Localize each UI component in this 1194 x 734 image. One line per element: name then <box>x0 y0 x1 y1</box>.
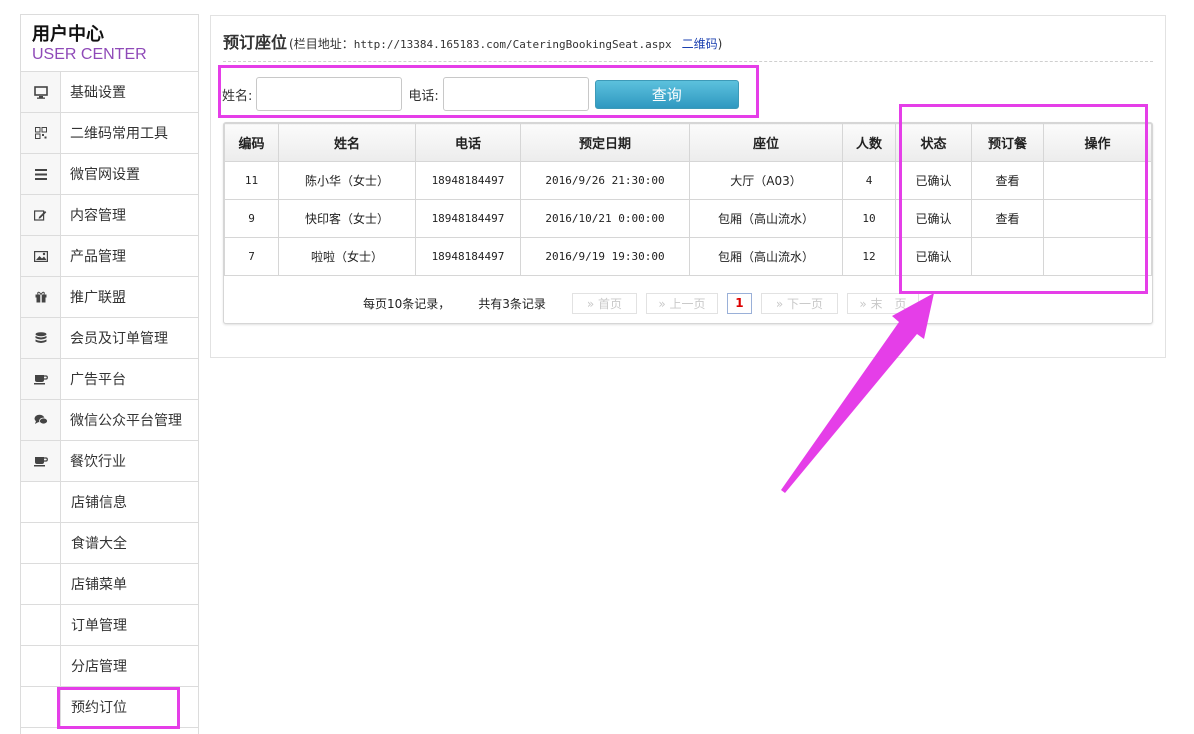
sidebar-item-members-orders[interactable]: 会员及订单管理 <box>21 318 198 359</box>
cell-seat: 包厢（高山流水） <box>689 199 843 238</box>
column-header-phone[interactable]: 电话 <box>415 123 521 162</box>
page-title: 预订座位 <box>223 33 288 52</box>
cell-phone: 18948184497 <box>415 161 521 200</box>
sidebar-item-label: 产品管理 <box>70 249 126 265</box>
phone-input[interactable] <box>442 77 589 111</box>
per-page-text: 每页10条记录， <box>363 296 451 311</box>
sidebar-subitem-label: 订单管理 <box>71 618 127 634</box>
coffee-icon <box>33 457 48 467</box>
sidebar-item-label: 微信公众平台管理 <box>70 413 182 429</box>
next-page-button[interactable]: » 下一页 <box>760 292 838 314</box>
cell-name: 快印客（女士） <box>278 199 416 238</box>
sidebar-subitem-orders[interactable]: 订单管理 <box>21 605 198 646</box>
chat-icon <box>34 414 48 425</box>
cell-name: 陈小华（女士） <box>278 161 416 200</box>
cell-people: 12 <box>842 237 896 276</box>
phone-label: 电话: <box>408 88 439 104</box>
sidebar-item-products[interactable]: 产品管理 <box>21 236 198 277</box>
url-prefix: (栏目地址： <box>289 37 354 51</box>
monitor-icon <box>33 85 48 99</box>
sidebar-item-label: 广告平台 <box>70 372 126 388</box>
current-page[interactable]: 1 <box>726 292 752 314</box>
search-bar: 姓名: 电话: 查询 <box>222 77 739 111</box>
sidebar-item-label: 推广联盟 <box>70 290 126 306</box>
sidebar-item-catering[interactable]: 餐饮行业 <box>21 441 198 482</box>
sidebar-item-label: 餐饮行业 <box>70 454 126 470</box>
sidebar-subitem-label: 食谱大全 <box>71 536 127 552</box>
cell-id: 7 <box>224 237 279 276</box>
brand-subtitle: USER CENTER <box>32 46 147 63</box>
column-header-name[interactable]: 姓名 <box>278 123 416 162</box>
brand: 用户中心 USER CENTER <box>21 15 198 72</box>
prev-page-button[interactable]: » 上一页 <box>645 292 718 314</box>
sidebar-item-micro-site[interactable]: 微官网设置 <box>21 154 198 195</box>
column-header-id[interactable]: 编码 <box>224 123 279 162</box>
cell-seat: 包厢（高山流水） <box>689 237 843 276</box>
qrcode-link[interactable]: 二维码 <box>682 37 718 51</box>
sidebar-item-qrcode-tools[interactable]: 二维码常用工具 <box>21 113 198 154</box>
highlight-box-reservations <box>57 687 180 729</box>
name-input[interactable] <box>256 77 403 111</box>
sidebar-item-label: 基础设置 <box>70 85 126 101</box>
cell-phone: 18948184497 <box>415 199 521 238</box>
sidebar-item-label: 二维码常用工具 <box>70 126 168 142</box>
sidebar-item-label: 微官网设置 <box>70 167 140 183</box>
sidebar-item-basic-settings[interactable]: 基础设置 <box>21 72 198 113</box>
sidebar-item-ad-platform[interactable]: 广告平台 <box>21 359 198 400</box>
highlight-box-status-columns <box>899 104 1148 294</box>
column-header-people[interactable]: 人数 <box>842 123 896 162</box>
sidebar: 用户中心 USER CENTER 基础设置 二维码常用工具 微官网设置 内容管理… <box>20 14 199 734</box>
url-suffix: ) <box>717 37 723 51</box>
sidebar-item-wechat-platform[interactable]: 微信公众平台管理 <box>21 400 198 441</box>
panel-header: 预订座位 (栏目地址：http://13384.165183.com/Cater… <box>223 26 1153 62</box>
cell-phone: 18948184497 <box>415 237 521 276</box>
sidebar-item-label: 内容管理 <box>70 208 126 224</box>
sidebar-subitem-store-menu[interactable]: 店铺菜单 <box>21 564 198 605</box>
cell-people: 10 <box>842 199 896 238</box>
column-header-seat[interactable]: 座位 <box>689 123 843 162</box>
last-page-button[interactable]: » 末 页 <box>846 292 919 314</box>
column-header-date[interactable]: 预定日期 <box>520 123 690 162</box>
qrcode-icon <box>34 127 47 139</box>
image-icon <box>33 250 48 262</box>
sidebar-subitem-store-info[interactable]: 店铺信息 <box>21 482 198 523</box>
query-button[interactable]: 查询 <box>594 79 739 109</box>
sidebar-subitem-label: 店铺菜单 <box>71 577 127 593</box>
coffee-icon <box>33 375 48 385</box>
sidebar-subitem-label: 分店管理 <box>71 659 127 675</box>
sidebar-subitem-branches[interactable]: 分店管理 <box>21 646 198 687</box>
gift-icon <box>35 291 46 303</box>
sidebar-item-promotion[interactable]: 推广联盟 <box>21 277 198 318</box>
cell-date: 2016/9/19 19:30:00 <box>520 237 690 276</box>
cell-id: 9 <box>224 199 279 238</box>
column-url: (栏目地址：http://13384.165183.com/CateringBo… <box>289 35 722 52</box>
edit-icon <box>34 210 47 221</box>
url-text: http://13384.165183.com/CateringBookingS… <box>353 38 672 51</box>
database-icon <box>35 331 46 343</box>
sidebar-item-content[interactable]: 内容管理 <box>21 195 198 236</box>
cell-date: 2016/9/26 21:30:00 <box>520 161 690 200</box>
sidebar-subitem-recipes[interactable]: 食谱大全 <box>21 523 198 564</box>
cell-people: 4 <box>842 161 896 200</box>
sidebar-subitem-label: 店铺信息 <box>71 495 127 511</box>
cell-seat: 大厅（A03） <box>689 161 843 200</box>
menu-lines-icon <box>34 168 47 180</box>
brand-title: 用户中心 <box>32 24 104 45</box>
total-records-text: 共有3条记录 <box>478 296 546 311</box>
first-page-button[interactable]: » 首页 <box>571 292 637 314</box>
cell-name: 啦啦（女士） <box>278 237 416 276</box>
cell-date: 2016/10/21 0:00:00 <box>520 199 690 238</box>
sidebar-item-label: 会员及订单管理 <box>70 331 168 347</box>
name-label: 姓名: <box>222 88 253 104</box>
cell-id: 11 <box>224 161 279 200</box>
